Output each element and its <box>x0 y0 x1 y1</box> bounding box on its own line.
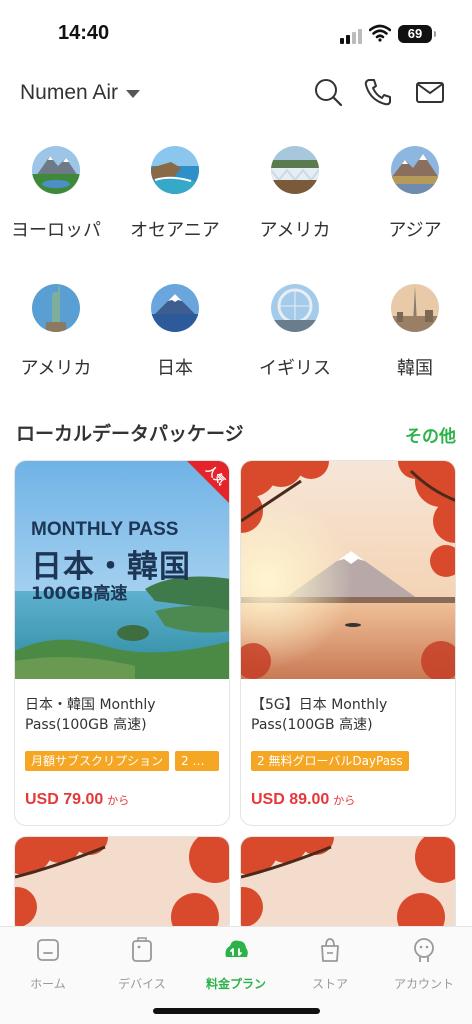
tab-home[interactable]: ホーム <box>1 937 95 992</box>
phone-icon[interactable] <box>362 76 394 108</box>
region-label: アジア <box>388 220 442 241</box>
region-label: 韓国 <box>397 358 433 379</box>
package-price: USD 89.00 から <box>251 791 356 808</box>
package-card-partial[interactable] <box>14 836 230 936</box>
mail-icon[interactable] <box>414 76 446 108</box>
region-label: アメリカ <box>259 220 331 241</box>
tab-label: 料金プラン <box>205 977 266 991</box>
home-indicator <box>153 1008 320 1014</box>
region-label: アメリカ <box>20 358 92 379</box>
brand-name: Numen Air <box>20 81 119 104</box>
tab-store[interactable]: ストア <box>283 937 377 992</box>
snow-mountain-photo <box>391 146 439 194</box>
brand-selector[interactable]: Numen Air <box>20 81 141 105</box>
package-image <box>241 837 455 935</box>
wifi-icon <box>369 24 391 42</box>
app-header: Numen Air <box>0 70 472 118</box>
status-time: 14:40 <box>58 22 110 44</box>
cellular-signal-icon <box>340 28 364 44</box>
region-america-2[interactable]: アメリカ <box>0 284 115 380</box>
region-korea[interactable]: 韓国 <box>356 284 472 380</box>
tab-account[interactable]: アカウント <box>377 937 471 992</box>
battery-indicator: 69 <box>398 25 436 43</box>
region-label: オセアニア <box>130 220 220 241</box>
caret-down-icon <box>126 90 141 98</box>
device-icon <box>132 937 152 962</box>
package-image: MONTHLY PASS 日本・韓国 100GB高速 人気 <box>15 461 229 679</box>
seoul-tower-photo <box>391 284 439 332</box>
package-image <box>241 461 455 679</box>
region-europe[interactable]: ヨーロッパ <box>0 146 115 242</box>
tag-list: 月額サブスクリプション 2 無料グローバルDayPass <box>25 751 219 771</box>
tab-label: ストア <box>311 977 348 991</box>
tab-device[interactable]: デバイス <box>95 937 189 992</box>
region-label: ヨーロッパ <box>11 220 101 241</box>
tab-label: デバイス <box>118 977 166 991</box>
london-eye-photo <box>271 284 319 332</box>
tab-label: アカウント <box>393 977 454 991</box>
tab-plans[interactable]: 料金プラン <box>189 937 283 992</box>
section-title: ローカルデータパッケージ <box>16 423 244 445</box>
tab-label: ホーム <box>30 977 66 991</box>
package-card[interactable]: MONTHLY PASS 日本・韓国 100GB高速 人気 日本・韓国 Mont… <box>14 460 230 826</box>
tag-subscription: 月額サブスクリプション <box>25 751 170 771</box>
region-oceania[interactable]: オセアニア <box>116 146 234 242</box>
region-asia[interactable]: アジア <box>356 146 472 242</box>
package-card-partial[interactable] <box>240 836 456 936</box>
account-icon <box>414 938 434 962</box>
banner-line-3: 100GB高速 <box>31 584 128 604</box>
status-bar: 14:40 69 <box>0 0 472 62</box>
package-name: 日本・韓国 Monthly Pass(100GB 高速) <box>25 697 156 733</box>
tag-daypass: 2 無料グローバルDayPass <box>175 751 219 771</box>
waterfall-photo <box>271 146 319 194</box>
package-name: 【5G】日本 Monthly Pass(100GB 高速) <box>251 697 388 733</box>
plan-icon <box>225 940 248 957</box>
home-icon <box>37 939 59 961</box>
mountain-lake-photo <box>32 146 80 194</box>
more-link[interactable]: その他 <box>405 422 456 447</box>
tag-list: 2 無料グローバルDayPass <box>251 751 445 771</box>
banner-line-1: MONTHLY PASS <box>31 519 179 540</box>
store-icon <box>321 938 339 962</box>
region-label: 日本 <box>157 358 193 379</box>
tag-daypass: 2 無料グローバルDayPass <box>251 751 409 771</box>
coast-photo <box>151 146 199 194</box>
package-card[interactable]: 【5G】日本 Monthly Pass(100GB 高速) 2 無料グローバルD… <box>240 460 456 826</box>
package-price: USD 79.00 から <box>25 791 130 808</box>
mount-fuji-photo <box>151 284 199 332</box>
region-america-1[interactable]: アメリカ <box>236 146 354 242</box>
region-label: イギリス <box>259 358 331 379</box>
region-uk[interactable]: イギリス <box>236 284 354 380</box>
package-image <box>15 837 229 935</box>
popular-badge: 人気 <box>187 461 229 505</box>
region-japan[interactable]: 日本 <box>116 284 234 380</box>
search-icon[interactable] <box>312 76 344 108</box>
statue-of-liberty-photo <box>32 284 80 332</box>
